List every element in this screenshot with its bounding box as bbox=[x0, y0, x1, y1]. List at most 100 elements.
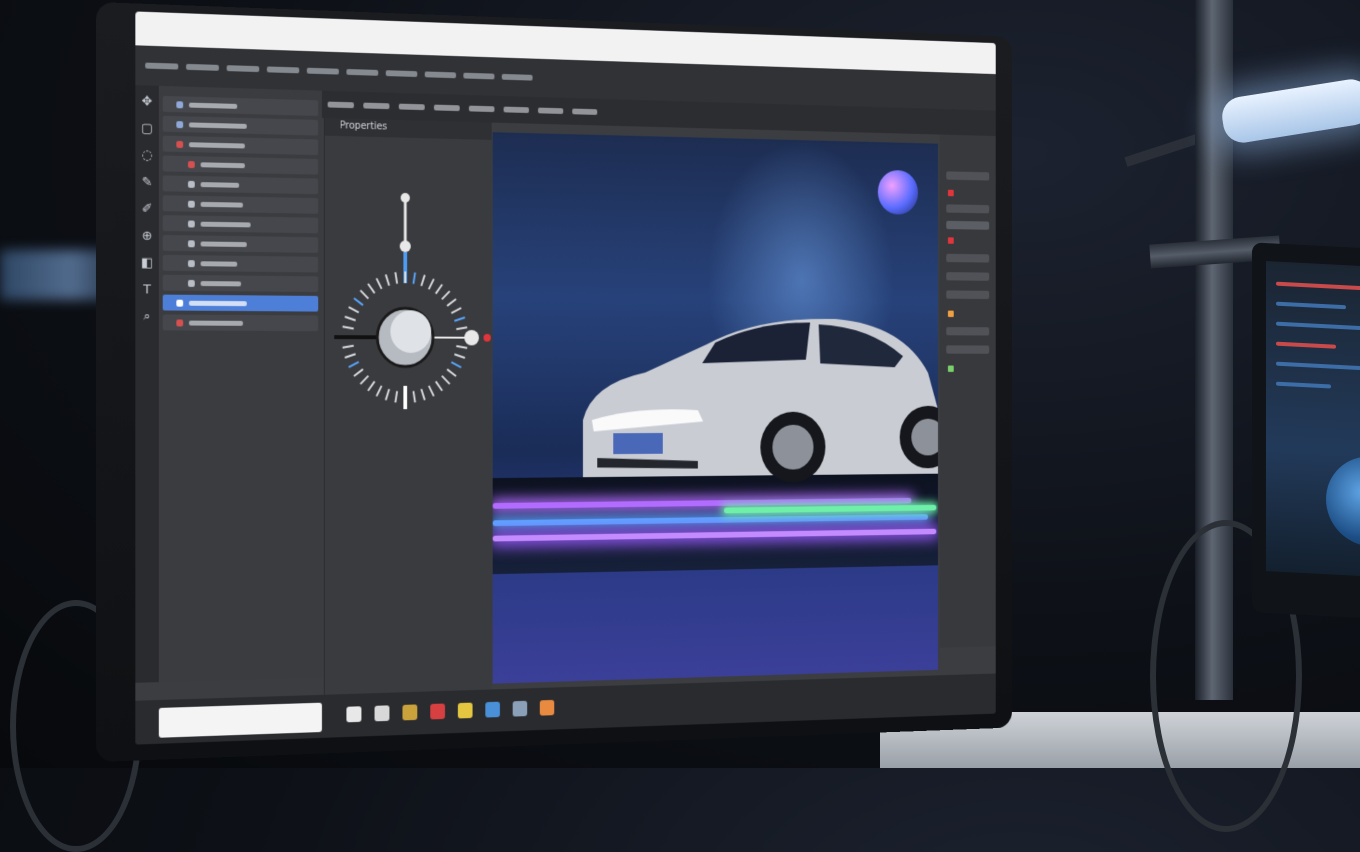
panel-row[interactable] bbox=[946, 254, 989, 263]
dial-handle-top[interactable] bbox=[401, 193, 410, 203]
dial-knob-highlight bbox=[390, 310, 431, 353]
panel-row[interactable] bbox=[946, 345, 989, 353]
menu-item[interactable] bbox=[227, 65, 260, 72]
layer-row[interactable] bbox=[163, 136, 318, 155]
menu-item[interactable] bbox=[307, 68, 339, 75]
lasso-icon[interactable]: ◌ bbox=[142, 149, 153, 162]
app-icon[interactable] bbox=[540, 700, 554, 716]
layer-row[interactable] bbox=[163, 255, 318, 273]
properties-panel: Properties bbox=[324, 118, 492, 695]
dial-tick bbox=[429, 386, 434, 396]
stamp-icon[interactable]: ⊕ bbox=[142, 230, 153, 243]
layer-row[interactable] bbox=[163, 175, 318, 194]
search-input[interactable] bbox=[159, 703, 322, 738]
dial-tick bbox=[368, 284, 375, 294]
dial-tick bbox=[447, 369, 456, 376]
layer-row[interactable] bbox=[163, 195, 318, 214]
layer-row[interactable] bbox=[163, 215, 318, 233]
properties-title: Properties bbox=[340, 120, 387, 132]
option-item[interactable] bbox=[328, 102, 354, 109]
app-icon[interactable] bbox=[430, 703, 445, 719]
select-icon[interactable]: ▢ bbox=[141, 122, 153, 135]
menu-item[interactable] bbox=[186, 64, 219, 71]
dial-tick bbox=[436, 381, 443, 390]
dial-tick bbox=[456, 346, 467, 348]
panel-row[interactable] bbox=[946, 204, 989, 213]
option-item[interactable] bbox=[399, 104, 425, 111]
menu-item[interactable] bbox=[502, 74, 533, 81]
background-lamp bbox=[1219, 77, 1360, 146]
layer-row[interactable] bbox=[163, 156, 318, 175]
app-icon[interactable] bbox=[513, 701, 528, 717]
dial-tick bbox=[454, 354, 464, 358]
side-line bbox=[1276, 382, 1331, 389]
panel-swatch[interactable] bbox=[948, 366, 954, 372]
layer-row-selected[interactable] bbox=[163, 295, 318, 312]
dial-tick bbox=[447, 299, 456, 306]
menu-item[interactable] bbox=[346, 69, 378, 76]
menu-item[interactable] bbox=[145, 63, 178, 70]
move-icon[interactable]: ✥ bbox=[142, 95, 153, 108]
dial-tick bbox=[349, 362, 359, 367]
dial-tick bbox=[421, 389, 424, 400]
layer-row[interactable] bbox=[163, 275, 318, 292]
menu-item[interactable] bbox=[267, 66, 299, 73]
dial-tick bbox=[413, 272, 415, 283]
panel-swatch[interactable] bbox=[948, 311, 954, 317]
panel-swatch[interactable] bbox=[948, 190, 954, 197]
app-icon[interactable] bbox=[485, 702, 500, 718]
dial-tick bbox=[386, 389, 389, 400]
dial-endpoint-red[interactable] bbox=[484, 334, 491, 342]
pen-icon[interactable]: ✎ bbox=[142, 176, 153, 189]
side-line bbox=[1276, 362, 1360, 370]
panel-row[interactable] bbox=[946, 327, 989, 335]
layer-row[interactable] bbox=[163, 116, 318, 136]
panel-row[interactable] bbox=[946, 171, 989, 180]
properties-header: Properties bbox=[325, 118, 492, 140]
side-line bbox=[1276, 342, 1336, 349]
menu-item[interactable] bbox=[386, 70, 418, 77]
main-monitor: ✥ ▢ ◌ ✎ ✐ ⊕ ◧ T ⌕ Properties bbox=[96, 2, 1012, 762]
side-monitor bbox=[1252, 242, 1360, 619]
option-item[interactable] bbox=[363, 103, 389, 110]
menu-item[interactable] bbox=[463, 73, 494, 80]
app-icon[interactable] bbox=[402, 704, 417, 720]
tool-strip: ✥ ▢ ◌ ✎ ✐ ⊕ ◧ T ⌕ bbox=[135, 85, 158, 683]
panel-row[interactable] bbox=[946, 221, 989, 230]
camera-icon[interactable] bbox=[375, 705, 390, 721]
rotation-dial[interactable] bbox=[325, 177, 492, 529]
dial-tick bbox=[345, 354, 356, 358]
type-icon[interactable]: T bbox=[143, 283, 151, 296]
app-icon[interactable] bbox=[458, 703, 473, 719]
dial-tick bbox=[442, 376, 450, 384]
panel-row[interactable] bbox=[946, 290, 989, 299]
layer-row[interactable] bbox=[163, 314, 318, 331]
back-icon[interactable] bbox=[346, 706, 361, 722]
layer-row[interactable] bbox=[163, 96, 318, 116]
option-item[interactable] bbox=[538, 108, 563, 114]
right-panel bbox=[940, 135, 996, 648]
menu-item[interactable] bbox=[425, 71, 456, 78]
option-item[interactable] bbox=[469, 106, 495, 112]
zoom-icon[interactable]: ⌕ bbox=[144, 310, 151, 323]
dial-handle-right[interactable] bbox=[464, 330, 479, 345]
option-item[interactable] bbox=[504, 107, 529, 113]
option-item[interactable] bbox=[572, 109, 597, 115]
panel-swatch[interactable] bbox=[948, 237, 954, 243]
brush-icon[interactable]: ✐ bbox=[142, 203, 153, 216]
canvas-viewport[interactable] bbox=[493, 132, 938, 683]
dial-tick bbox=[377, 278, 382, 288]
panel-row[interactable] bbox=[946, 272, 989, 281]
dial-tick bbox=[456, 327, 467, 329]
eraser-icon[interactable]: ◧ bbox=[141, 257, 153, 270]
dial-handle-knob[interactable] bbox=[400, 240, 411, 252]
option-item[interactable] bbox=[434, 105, 460, 112]
dial-tick bbox=[395, 391, 397, 403]
layer-row[interactable] bbox=[163, 235, 318, 253]
side-line bbox=[1276, 322, 1360, 331]
taskbar bbox=[135, 673, 995, 744]
dial-tick bbox=[442, 291, 450, 299]
dial-tick bbox=[395, 272, 397, 284]
car-front-rim bbox=[772, 425, 813, 470]
layers-panel bbox=[159, 86, 322, 682]
